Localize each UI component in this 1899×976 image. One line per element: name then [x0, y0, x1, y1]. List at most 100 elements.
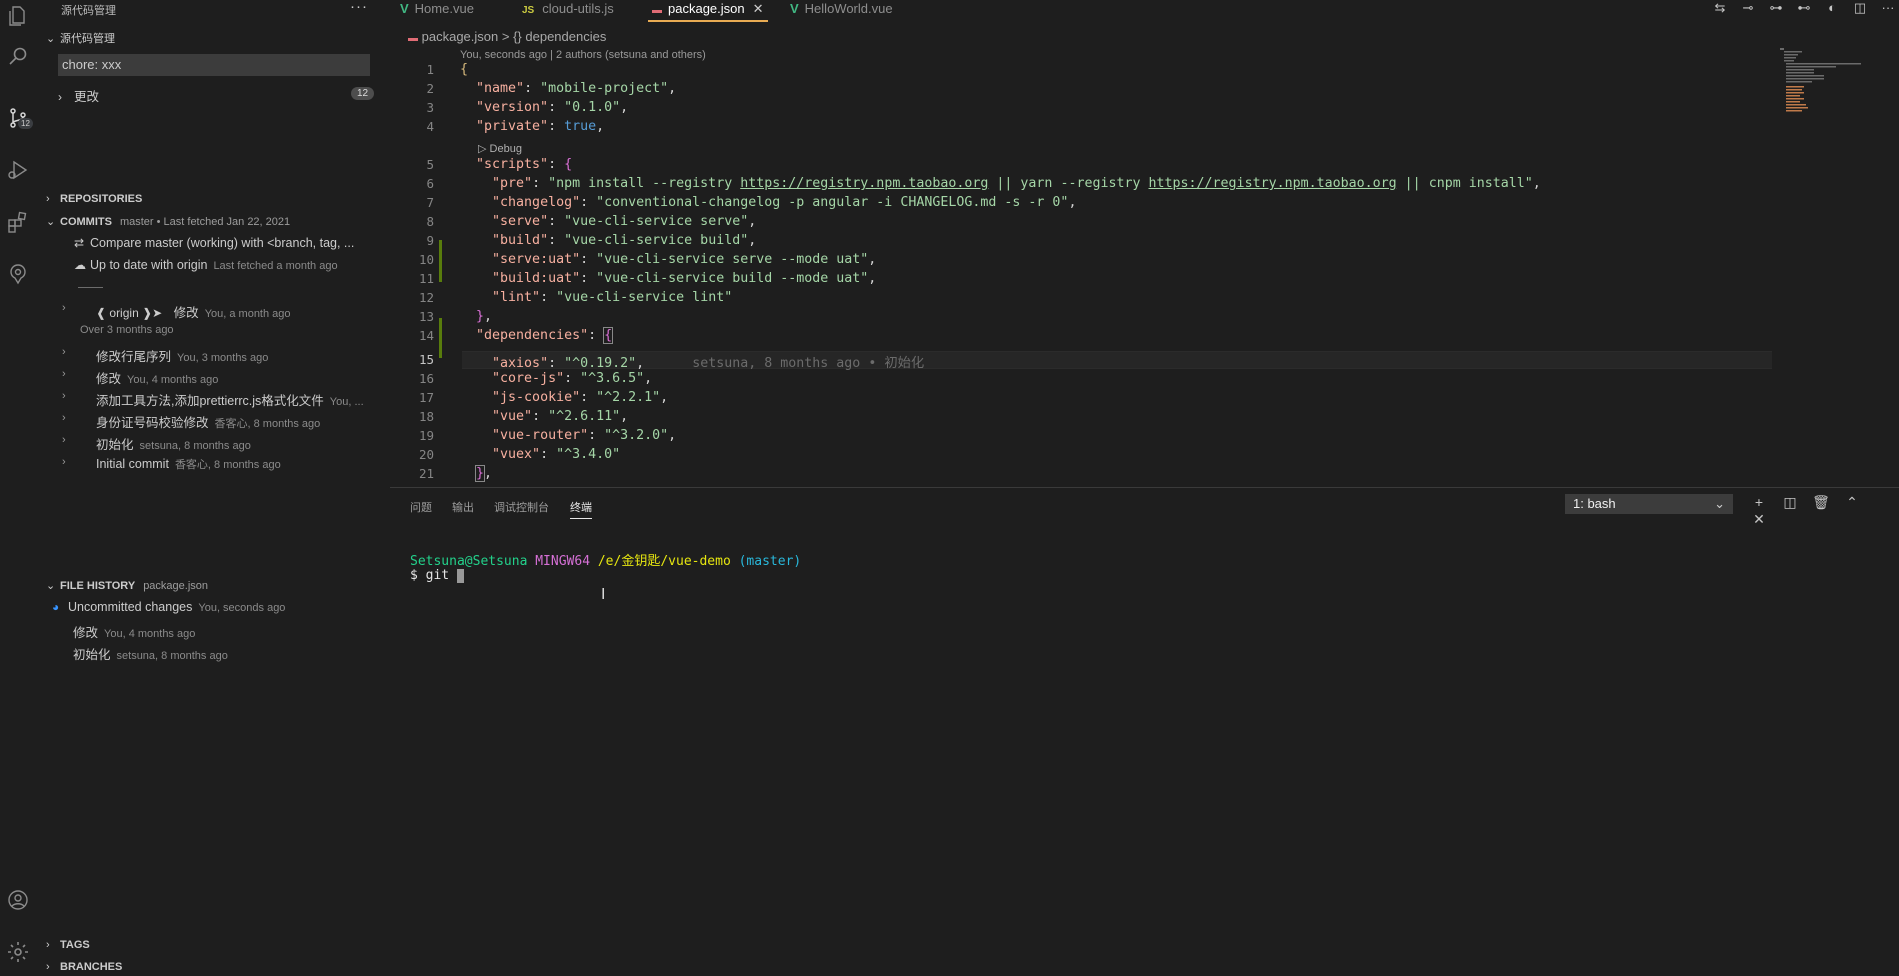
- terminal-select[interactable]: 1: bash ⌄: [1565, 494, 1733, 514]
- commit-message-input[interactable]: chore: xxx: [58, 54, 370, 76]
- tab-home-vue[interactable]: V Home.vue: [400, 0, 474, 20]
- line-number: 1: [426, 62, 434, 77]
- commit-row[interactable]: › 添加工具方法,添加prettierrc.js格式化文件 You, ...: [62, 390, 364, 409]
- split-editor-icon[interactable]: ◫: [1849, 0, 1871, 16]
- file-history-message: Uncommitted changes: [68, 600, 193, 614]
- tab-terminal[interactable]: 终端: [570, 499, 592, 519]
- uptodate-meta: Last fetched a month ago: [213, 260, 338, 272]
- next-revision-icon[interactable]: ⊷: [1793, 0, 1815, 16]
- terminal-input-line[interactable]: $ git: [410, 568, 464, 583]
- blame-toggle-icon[interactable]: ◐: [1821, 0, 1843, 15]
- chevron-down-icon: ⌄: [46, 33, 56, 45]
- changes-count-badge: 12: [351, 87, 375, 100]
- explorer-icon[interactable]: [6, 4, 30, 28]
- breadcrumb-symbol[interactable]: {} dependencies: [513, 29, 606, 44]
- close-panel-icon[interactable]: ✕: [1748, 511, 1770, 528]
- breadcrumb: ▬ package.json > {} dependencies: [408, 29, 606, 44]
- tab-debug-console[interactable]: 调试控制台: [494, 499, 549, 515]
- open-changes-icon[interactable]: ⇆: [1709, 0, 1731, 16]
- commit-row[interactable]: › 初始化 setsuna, 8 months ago: [62, 434, 251, 453]
- code-line: "js-cookie": "^2.2.1",: [492, 390, 669, 405]
- commit-meta: You, 4 months ago: [127, 374, 219, 386]
- file-history-header[interactable]: ⌄ FILE HISTORY package.json: [46, 579, 208, 592]
- line-number: 19: [418, 428, 434, 443]
- activity-bar: 12: [0, 0, 36, 975]
- code-line: "name": "mobile-project",: [476, 81, 677, 96]
- file-history-meta: setsuna, 8 months ago: [116, 650, 228, 662]
- blame-header[interactable]: You, seconds ago | 2 authors (setsuna an…: [460, 49, 706, 61]
- tab-cloud-utils-js[interactable]: JS cloud-utils.js: [522, 0, 614, 20]
- scm-badge: 12: [18, 118, 33, 129]
- account-icon[interactable]: [6, 888, 30, 912]
- commit-meta: 香客心, 8 months ago: [174, 459, 281, 471]
- terminal-prompt-line: Setsuna@Setsuna MINGW64 /e/金钥匙/vue-demo …: [410, 550, 801, 569]
- commit-meta: 香客心, 8 months ago: [214, 418, 321, 430]
- chevron-down-icon: ⌄: [1714, 496, 1725, 511]
- tab-label: Home.vue: [414, 1, 474, 16]
- repositories-label: REPOSITORIES: [60, 193, 143, 205]
- breadcrumb-file[interactable]: package.json: [422, 29, 499, 44]
- code-line: "pre": "npm install --registry https://r…: [492, 176, 1541, 191]
- commit-group-label: Over 3 months ago: [80, 324, 174, 336]
- tab-output[interactable]: 输出: [452, 499, 474, 515]
- chevron-right-icon: ›: [62, 456, 66, 468]
- gitlens-icon[interactable]: [6, 262, 30, 286]
- tab-problems[interactable]: 问题: [410, 499, 432, 515]
- file-history-row[interactable]: ◕ Uncommitted changes You, seconds ago: [52, 600, 285, 614]
- debug-codelens[interactable]: ▷ Debug: [478, 142, 522, 155]
- code-editor[interactable]: 1 2 3 4 5 6 7 8 9 10 11 12 13 14 15 16 1…: [390, 62, 1780, 484]
- maximize-panel-icon[interactable]: ⌃: [1841, 494, 1863, 511]
- new-terminal-icon[interactable]: +: [1748, 494, 1770, 510]
- uptodate-row[interactable]: ☁ Up to date with origin Last fetched a mo…: [74, 258, 338, 272]
- chevron-down-icon: ⌄: [46, 580, 56, 592]
- commit-row[interactable]: › 修改行尾序列 You, 3 months ago: [62, 346, 268, 365]
- file-history-message: 修改: [73, 626, 99, 640]
- prompt-path: /e/金钥匙/vue-demo: [597, 554, 731, 569]
- repositories-header[interactable]: › REPOSITORIES: [46, 193, 142, 205]
- scm-section-header[interactable]: ⌄ 源代码管理: [46, 30, 115, 46]
- file-history-row[interactable]: 修改 You, 4 months ago: [73, 622, 195, 641]
- split-terminal-icon[interactable]: ◫: [1779, 494, 1801, 511]
- file-history-label: FILE HISTORY: [60, 580, 136, 592]
- line-number: 5: [426, 157, 434, 172]
- json-icon: ▬: [408, 33, 418, 44]
- commit-meta: You, a month ago: [204, 308, 291, 320]
- more-actions-icon[interactable]: ···: [1877, 0, 1899, 15]
- run-debug-icon[interactable]: [6, 158, 30, 182]
- search-icon[interactable]: [6, 44, 30, 68]
- commit-row[interactable]: › 修改 You, 4 months ago: [62, 368, 219, 387]
- trash-icon[interactable]: 🗑: [1810, 494, 1832, 511]
- commits-header[interactable]: ⌄ COMMITS master • Last fetched Jan 22, 20…: [46, 215, 290, 228]
- branches-header[interactable]: › BRANCHES: [46, 961, 122, 973]
- gear-icon[interactable]: [6, 940, 30, 964]
- editor-tabs: V Home.vue JS cloud-utils.js ▬ package.json…: [390, 0, 1899, 22]
- more-actions-icon[interactable]: ···: [350, 0, 368, 15]
- code-line: "lint": "vue-cli-service lint": [492, 290, 733, 305]
- vue-icon: V: [790, 1, 799, 16]
- commit-message: 添加工具方法,添加prettierrc.js格式化文件: [96, 394, 324, 408]
- tags-header[interactable]: › TAGS: [46, 939, 90, 951]
- tab-helloworld-vue[interactable]: V HelloWorld.vue: [790, 0, 893, 20]
- code-line: "build": "vue-cli-service build",: [492, 233, 757, 248]
- commit-row[interactable]: › Initial commit 香客心, 8 months ago: [62, 456, 281, 472]
- tab-label: HelloWorld.vue: [804, 1, 893, 16]
- tab-package-json[interactable]: ▬ package.json ✕: [648, 0, 768, 22]
- commit-meta: You, ...: [329, 396, 364, 408]
- code-line: "changelog": "conventional-changelog -p …: [492, 195, 1077, 210]
- close-icon[interactable]: ✕: [753, 1, 764, 16]
- commit-row-origin[interactable]: › ❰ origin ❱➤ 修改 You, a month ago: [62, 302, 291, 321]
- line-number: 17: [418, 390, 434, 405]
- minimap[interactable]: [1780, 48, 1870, 128]
- branches-label: BRANCHES: [60, 961, 123, 973]
- changes-group[interactable]: › 更改: [58, 86, 99, 105]
- commit-icon[interactable]: ⊸: [1737, 0, 1759, 16]
- terminal-command: $ git: [410, 568, 457, 583]
- file-history-row[interactable]: 初始化 setsuna, 8 months ago: [73, 644, 228, 663]
- commit-message: 身份证号码校验修改: [96, 416, 209, 430]
- commit-row[interactable]: › 身份证号码校验修改 香客心, 8 months ago: [62, 412, 321, 431]
- prompt-branch: (master): [738, 554, 802, 569]
- scm-section-label: 源代码管理: [60, 33, 115, 45]
- compare-row[interactable]: ⇄ Compare master (working) with <branch, …: [74, 236, 354, 250]
- previous-revision-icon[interactable]: ⊶: [1765, 0, 1787, 16]
- extensions-icon[interactable]: [6, 210, 30, 234]
